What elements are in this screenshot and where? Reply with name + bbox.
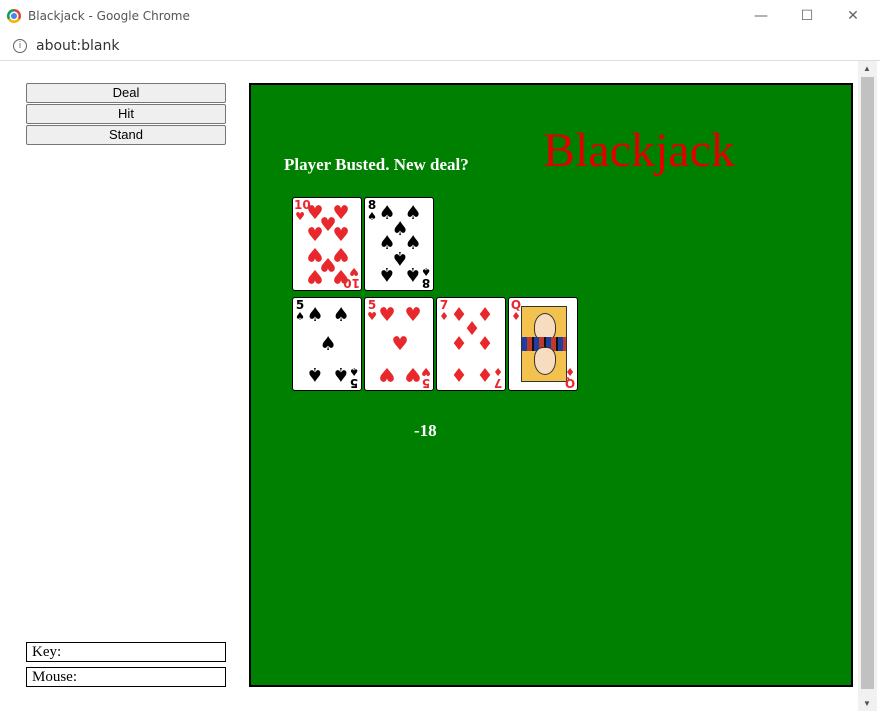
window-title: Blackjack - Google Chrome: [28, 9, 190, 23]
heart-pip-icon: ♥: [378, 304, 396, 326]
queen-face-icon: [534, 347, 556, 375]
card-corner: 5 ♥: [421, 365, 431, 390]
diamond-pip-icon: ♦: [476, 333, 494, 355]
card-corner: 10 ♥: [343, 265, 360, 290]
close-icon[interactable]: ✕: [830, 4, 876, 28]
url-text[interactable]: about:blank: [36, 38, 119, 54]
address-bar[interactable]: i about:blank: [0, 33, 880, 61]
maximize-icon[interactable]: ☐: [784, 4, 830, 28]
dealer-card-1: 10 ♥ ♥ ♥ ♥ ♥ ♥ ♥ ♥ ♥ ♥ ♥ 10 ♥: [292, 197, 362, 291]
diamond-pip-icon: ♦: [450, 363, 468, 385]
dealer-card-2: 8 ♠ ♠ ♠ ♠ ♠ ♠ ♠ ♠ ♠ 8 ♠: [364, 197, 434, 291]
player-card-2: 5 ♥ ♥ ♥ ♥ ♥ ♥ 5 ♥: [364, 297, 434, 391]
spade-pip-icon: ♠: [378, 263, 396, 285]
player-card-3: 7 ♦ ♦ ♦ ♦ ♦ ♦ ♦ ♦ 7 ♦: [436, 297, 506, 391]
card-corner: Q ♦: [564, 365, 576, 390]
player-card-4: Q ♦ Q ♦: [508, 297, 578, 391]
heart-pip-icon: ♥: [404, 304, 422, 326]
spade-pip-icon: ♠: [306, 363, 324, 385]
player-card-1: 5 ♠ ♠ ♠ ♠ ♠ ♠ 5 ♠: [292, 297, 362, 391]
spade-pip-icon: ♠: [332, 304, 350, 326]
key-readout: Key:: [26, 642, 226, 662]
heart-pip-icon: ♥: [378, 363, 396, 385]
queen-face-art: [521, 306, 567, 382]
spade-pip-icon: ♠: [306, 304, 324, 326]
window-titlebar: Blackjack - Google Chrome — ☐ ✕: [0, 0, 880, 34]
diamond-pip-icon: ♦: [450, 333, 468, 355]
spade-pip-icon: ♠: [319, 333, 337, 355]
heart-pip-icon: ♥: [306, 265, 324, 287]
scroll-down-icon[interactable]: ▼: [863, 699, 871, 708]
hit-button[interactable]: Hit: [26, 104, 226, 124]
stand-button[interactable]: Stand: [26, 125, 226, 145]
game-table[interactable]: Blackjack Player Busted. New deal? 10 ♥ ♥…: [249, 83, 853, 687]
card-corner: 5 ♠: [349, 365, 359, 390]
score-display: -18: [414, 421, 437, 440]
info-icon[interactable]: i: [13, 39, 27, 53]
card-corner: 7 ♦: [493, 365, 503, 390]
card-corner: 8 ♠: [421, 265, 431, 290]
mouse-readout: Mouse:: [26, 667, 226, 687]
chrome-logo-icon: [7, 9, 21, 23]
heart-pip-icon: ♥: [391, 333, 409, 355]
status-message: Player Busted. New deal?: [284, 155, 469, 174]
minimize-icon[interactable]: —: [738, 4, 784, 28]
deal-button[interactable]: Deal: [26, 83, 226, 103]
scroll-up-icon[interactable]: ▲: [863, 64, 871, 73]
game-title: Blackjack: [543, 124, 735, 177]
vertical-scrollbar[interactable]: ▲ ▼: [858, 61, 877, 711]
scroll-thumb[interactable]: [861, 77, 874, 689]
